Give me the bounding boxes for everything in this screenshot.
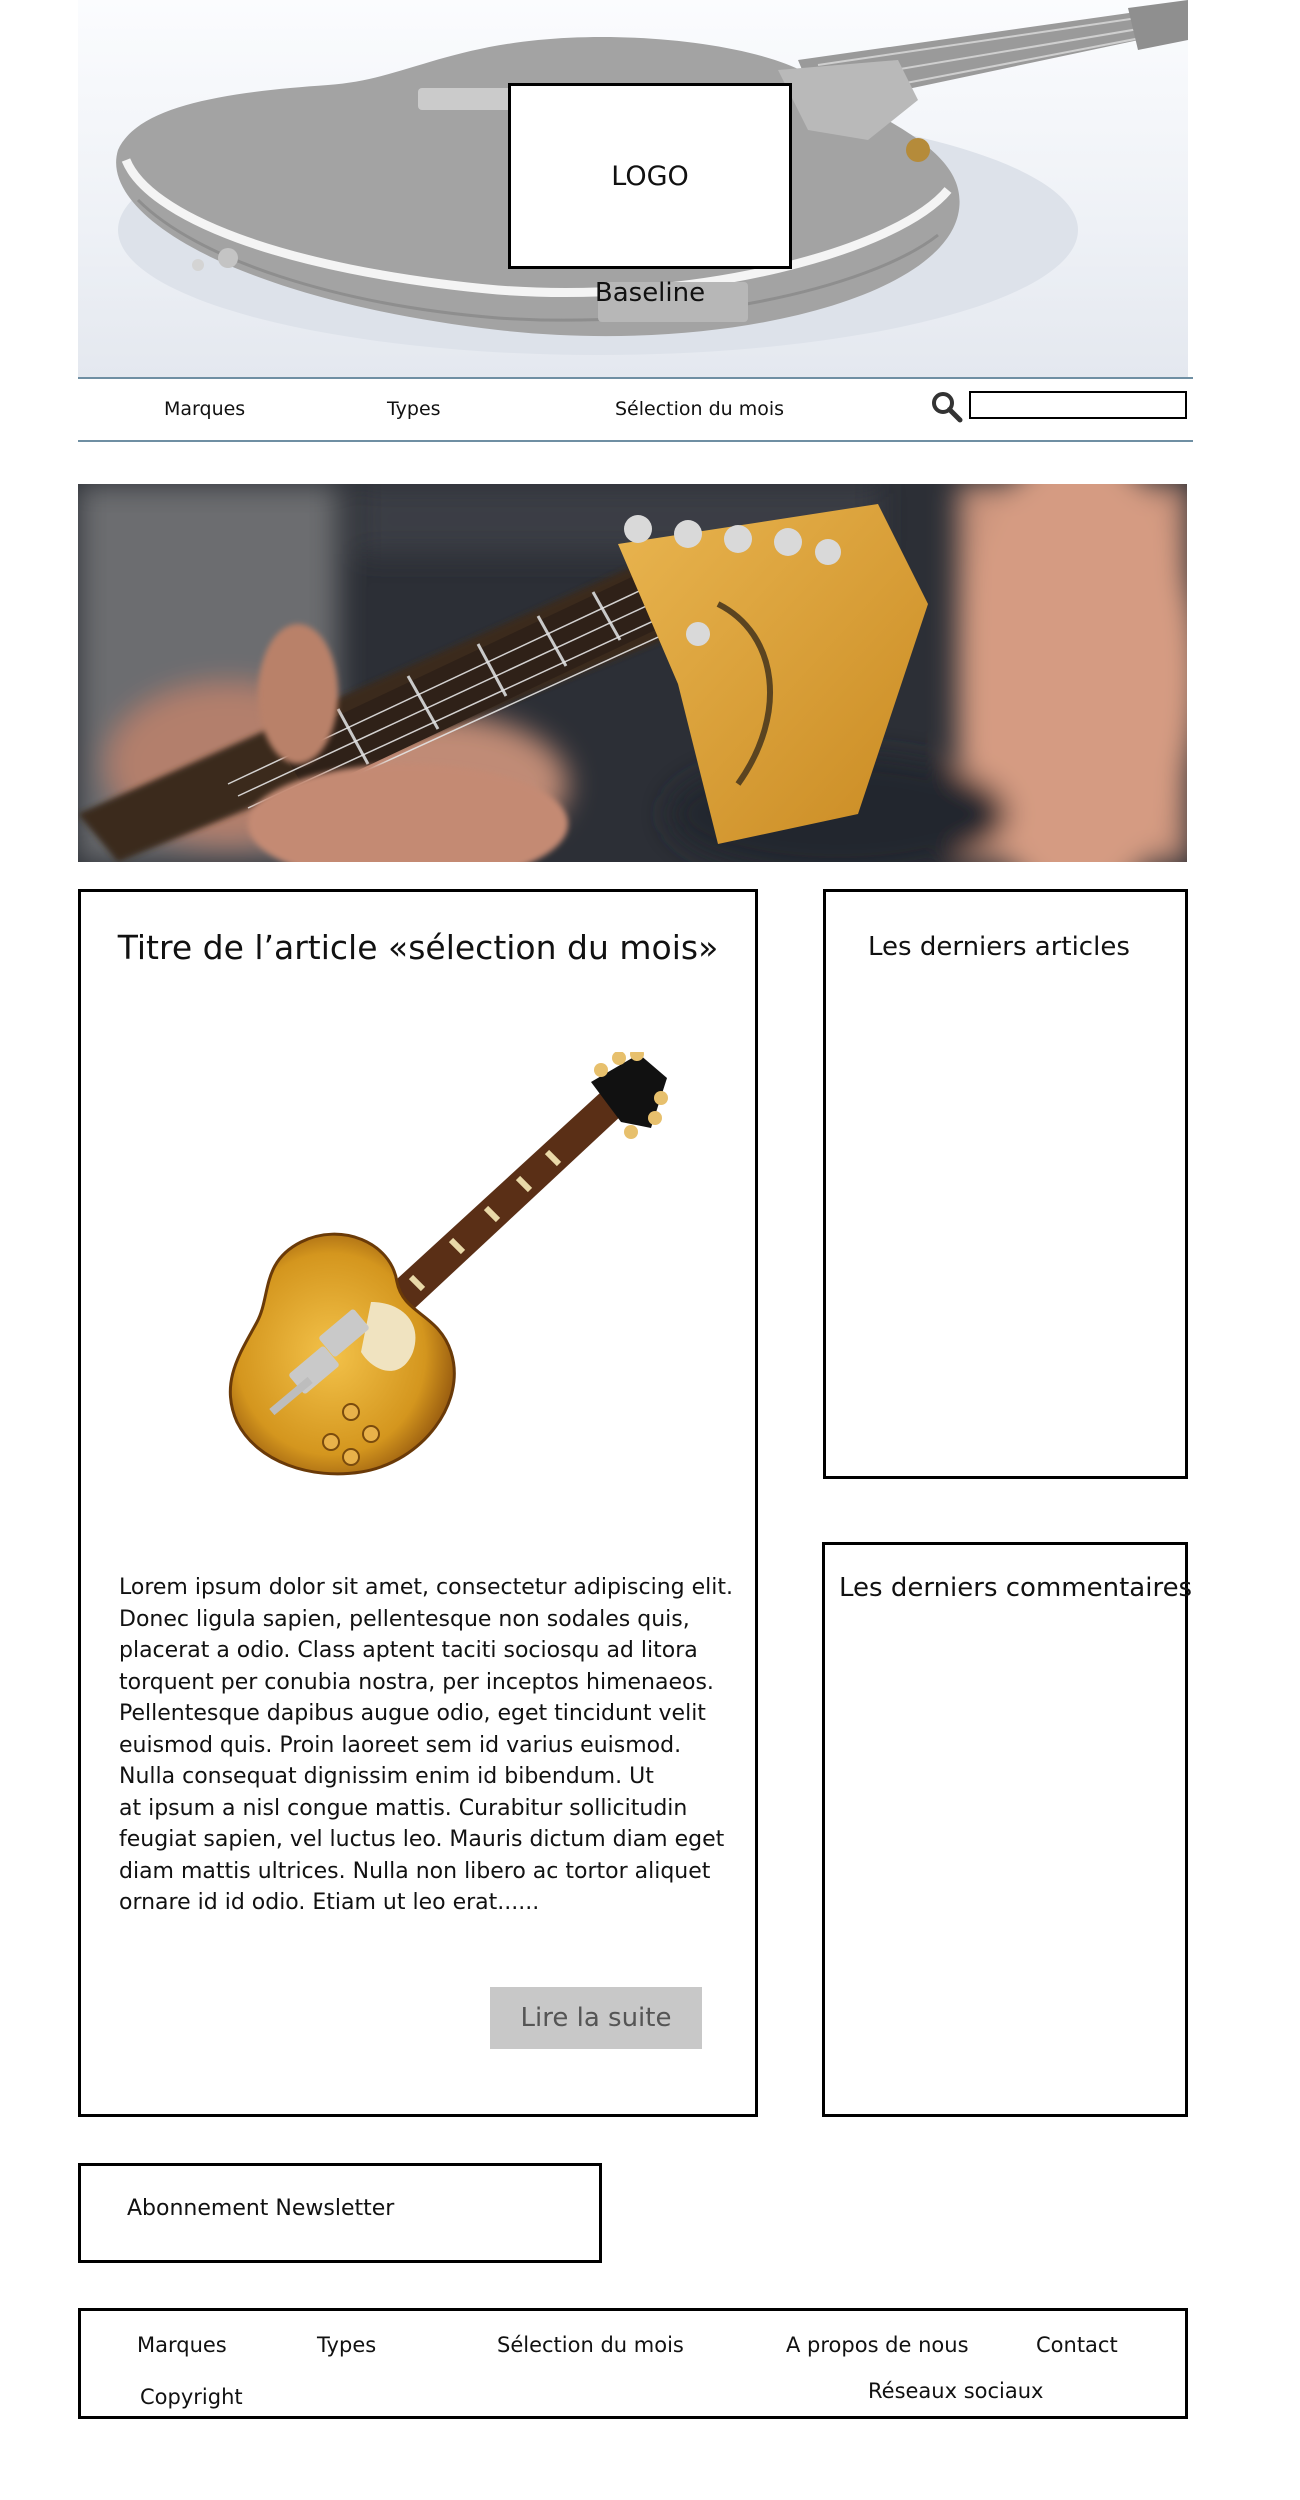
nav-top-divider	[78, 377, 1193, 379]
newsletter-label: Abonnement Newsletter	[127, 2196, 395, 2221]
latest-articles-title: Les derniers articles	[868, 932, 1130, 962]
article-line: Donec ligula sapien, pellentesque non so…	[119, 1606, 690, 1632]
footer-link-a-propos[interactable]: A propos de nous	[786, 2333, 969, 2357]
nav-bottom-divider	[78, 440, 1193, 442]
footer: Marques Types Sélection du mois A propos…	[78, 2308, 1188, 2419]
featured-article-card: Titre de l’article «sélection du mois» L…	[78, 889, 758, 2117]
article-title: Titre de l’article «sélection du mois»	[117, 928, 719, 967]
article-line: Lorem ipsum dolor sit amet, consectetur …	[119, 1575, 733, 1600]
latest-comments-title: Les derniers commentaires	[839, 1573, 1193, 1603]
footer-link-contact[interactable]: Contact	[1036, 2333, 1118, 2357]
read-more-button[interactable]: Lire la suite	[490, 1987, 702, 2049]
article-line: Nulla consequat dignissim enim id bibend…	[119, 1764, 654, 1789]
article-guitar-image	[228, 1052, 668, 1476]
footer-copyright: Copyright	[140, 2385, 243, 2409]
nav-item-types[interactable]: Types	[387, 398, 441, 420]
article-line: torquent per conubia nostra, per incepto…	[119, 1669, 714, 1695]
article-line: feugiat sapien, vel luctus leo. Mauris d…	[119, 1827, 725, 1852]
footer-social-links[interactable]: Réseaux sociaux	[868, 2379, 1044, 2403]
nav-item-selection-du-mois[interactable]: Sélection du mois	[615, 398, 784, 420]
search-input[interactable]	[969, 391, 1187, 419]
footer-link-types[interactable]: Types	[317, 2333, 376, 2357]
footer-link-selection-du-mois[interactable]: Sélection du mois	[497, 2333, 684, 2357]
article-line: placerat a odio. Class aptent taciti soc…	[119, 1638, 698, 1663]
footer-link-marques[interactable]: Marques	[137, 2333, 227, 2357]
baseline-text: Baseline	[594, 278, 706, 308]
article-line: ornare id id odio. Etiam ut leo erat....…	[119, 1890, 540, 1915]
newsletter-subscription-box[interactable]: Abonnement Newsletter	[78, 2163, 602, 2263]
article-line: at ipsum a nisl congue mattis. Curabitur…	[119, 1795, 688, 1821]
logo-text: LOGO	[611, 160, 689, 192]
article-line: diam mattis ultrices. Nulla non libero a…	[119, 1858, 711, 1884]
article-excerpt: Lorem ipsum dolor sit amet, consectetur …	[119, 1572, 739, 1919]
article-line: Pellentesque dapibus augue odio, eget ti…	[119, 1701, 706, 1726]
logo-placeholder[interactable]: LOGO	[508, 83, 792, 269]
article-line: euismod quis. Proin laoreet sem id variu…	[119, 1732, 682, 1758]
nav-item-marques[interactable]: Marques	[164, 398, 245, 420]
hero-banner-image	[78, 484, 1187, 862]
search-icon[interactable]	[930, 390, 964, 424]
hero-guitar-image	[78, 484, 1187, 862]
latest-articles-panel: Les derniers articles	[823, 889, 1188, 1479]
latest-comments-panel: Les derniers commentaires	[822, 1542, 1192, 2117]
